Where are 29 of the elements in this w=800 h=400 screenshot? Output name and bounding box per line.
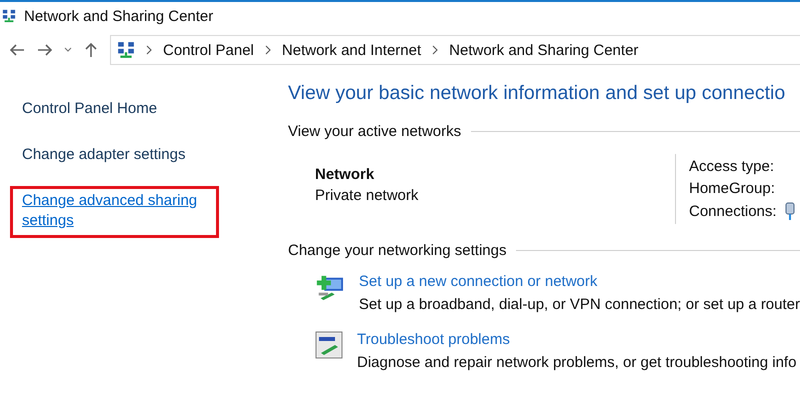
- network-plus-icon: [315, 273, 345, 303]
- breadcrumb-item[interactable]: Network and Sharing Center: [449, 42, 638, 58]
- network-name: Network: [315, 166, 376, 183]
- page-heading: View your basic network information and set up connectio: [288, 82, 786, 105]
- breadcrumb-item[interactable]: Network and Internet: [282, 42, 422, 58]
- network-icon: [117, 41, 135, 59]
- task-link[interactable]: Troubleshoot problems: [357, 331, 796, 348]
- window-title: Network and Sharing Center: [24, 8, 214, 24]
- chevron-right-icon: [145, 45, 153, 55]
- sidebar-link[interactable]: Control Panel Home: [10, 94, 166, 126]
- task-link[interactable]: Set up a new connection or network: [358, 273, 800, 290]
- network-icon: [2, 9, 16, 23]
- troubleshoot-icon: [315, 331, 343, 359]
- detail-label: Connections:: [689, 202, 777, 220]
- chevron-down-icon[interactable]: [64, 47, 72, 53]
- task-description: Diagnose and repair network problems, or get troubleshooting info: [357, 354, 796, 371]
- section-heading: View your active networks: [288, 123, 462, 140]
- cable-icon: [784, 202, 795, 220]
- highlighted-sidebar-link[interactable]: Change advanced sharing settings: [10, 186, 219, 238]
- sidebar-link[interactable]: Change adapter settings: [10, 140, 194, 172]
- address-bar[interactable]: Control Panel Network and Internet Network and Sharing Center: [110, 35, 800, 65]
- breadcrumb-item[interactable]: Control Panel: [163, 42, 254, 58]
- task-description: Set up a broadband, dial-up, or VPN connection; or set up a router: [358, 296, 800, 313]
- chevron-right-icon: [431, 45, 440, 55]
- chevron-right-icon: [264, 45, 272, 55]
- network-category: Private network: [315, 187, 420, 204]
- section-heading: Change your networking settings: [288, 242, 506, 259]
- detail-label: Access type:: [689, 158, 774, 175]
- detail-label: HomeGroup:: [689, 180, 775, 197]
